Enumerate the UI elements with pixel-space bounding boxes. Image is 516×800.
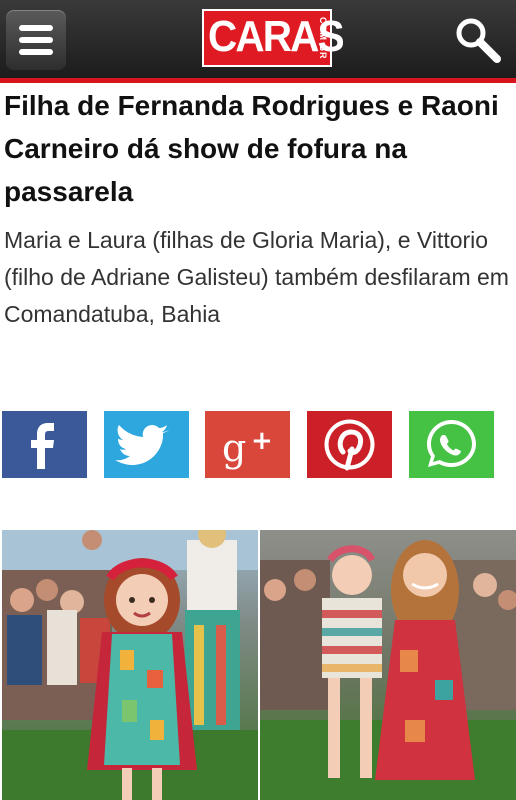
search-icon[interactable] xyxy=(452,14,504,66)
article-headline: Filha de Fernanda Rodrigues e Raoni Carn… xyxy=(4,90,499,207)
logo-domain-suffix: COM BR xyxy=(318,17,328,60)
google-plus-share-button[interactable]: g + xyxy=(205,411,290,478)
article-photo-1[interactable] xyxy=(2,530,258,800)
twitter-share-button[interactable] xyxy=(104,411,189,478)
whatsapp-icon xyxy=(427,420,476,467)
svg-text:g: g xyxy=(222,426,246,470)
header-accent-line xyxy=(0,78,516,83)
pinterest-icon xyxy=(324,419,375,471)
facebook-icon xyxy=(31,423,54,469)
twitter-icon xyxy=(115,424,170,465)
facebook-share-button[interactable] xyxy=(2,411,87,478)
article-subtitle: Maria e Laura (filhas de Gloria Maria), … xyxy=(4,227,509,327)
hamburger-menu-icon[interactable] xyxy=(6,10,66,70)
google-plus-icon: g + xyxy=(222,426,273,470)
svg-text:+: + xyxy=(251,426,273,456)
pinterest-share-button[interactable] xyxy=(307,411,392,478)
article-photo-2[interactable] xyxy=(260,530,516,800)
whatsapp-share-button[interactable] xyxy=(409,411,494,478)
caras-logo[interactable]: CARAS COM BR xyxy=(202,9,345,67)
